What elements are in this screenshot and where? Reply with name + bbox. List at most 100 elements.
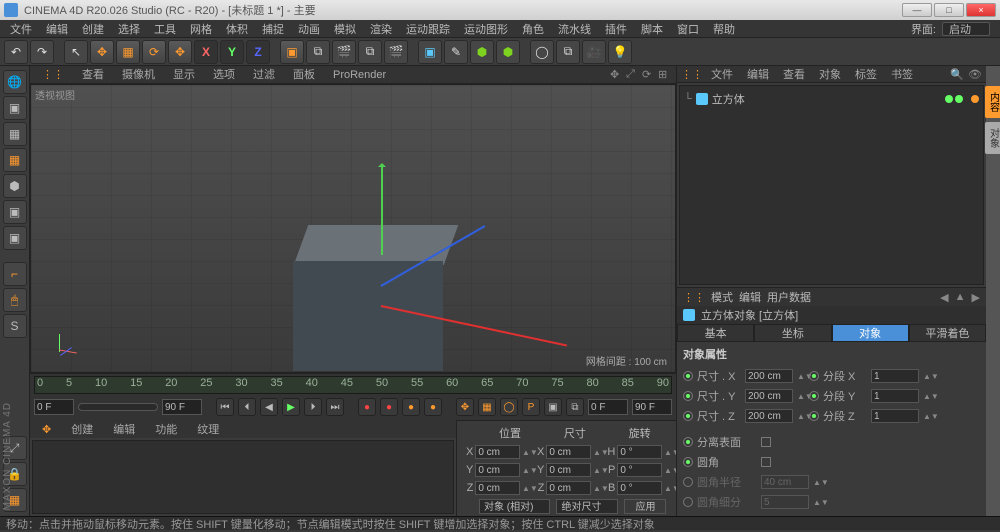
axis-mode-button[interactable]: ⌐: [3, 262, 27, 286]
coord-rot-P[interactable]: 0 °: [617, 463, 662, 477]
array-button[interactable]: ⬢: [496, 40, 520, 64]
grip-icon[interactable]: ✥: [34, 423, 59, 436]
attr-checkbox[interactable]: [761, 457, 771, 467]
texture-mode-button[interactable]: ▦: [3, 122, 27, 146]
live-select-button[interactable]: ↖: [64, 40, 88, 64]
om-view-tab[interactable]: 查看: [777, 66, 811, 82]
menu-tools[interactable]: 工具: [148, 21, 182, 37]
attr-checkbox[interactable]: [761, 437, 771, 447]
viewport-view[interactable]: 查看: [74, 67, 112, 83]
menu-mograph[interactable]: 运动图形: [458, 21, 514, 37]
attr-edit-menu[interactable]: 编辑: [739, 289, 761, 305]
viewport-options[interactable]: 选项: [205, 67, 243, 83]
grip-icon[interactable]: ⋮⋮: [683, 291, 705, 304]
attr-radio[interactable]: [809, 411, 819, 421]
subdivision-button[interactable]: ⬢: [470, 40, 494, 64]
rot-key-button[interactable]: ◯: [500, 398, 518, 416]
prev-key-button[interactable]: ⏴: [238, 398, 256, 416]
attr-tab-phong[interactable]: 平滑着色(Phong): [909, 324, 986, 342]
layout-icon[interactable]: ⊞: [658, 68, 672, 82]
menu-select[interactable]: 选择: [112, 21, 146, 37]
om-tags-tab[interactable]: 标签: [849, 66, 883, 82]
menu-volume[interactable]: 体积: [220, 21, 254, 37]
minimize-button[interactable]: —: [902, 3, 932, 17]
make-editable-button[interactable]: 🌐: [3, 70, 27, 94]
render-region-button[interactable]: ⧉: [306, 40, 330, 64]
coord-apply-button[interactable]: 应用: [624, 499, 666, 514]
timeline-slider[interactable]: [78, 403, 158, 411]
pos-key-button[interactable]: ✥: [456, 398, 474, 416]
mat-function-tab[interactable]: 功能: [147, 421, 185, 437]
coord-pos-Z[interactable]: 0 cm: [475, 481, 520, 495]
viewport-panel[interactable]: 面板: [285, 67, 323, 83]
attr-radio[interactable]: [683, 411, 693, 421]
z-axis-button[interactable]: Z: [246, 40, 270, 64]
mat-edit-tab[interactable]: 编辑: [105, 421, 143, 437]
environment-button[interactable]: ⧉: [556, 40, 580, 64]
menu-animate[interactable]: 动画: [292, 21, 326, 37]
menu-pipeline[interactable]: 流水线: [552, 21, 597, 37]
viewport-prorender[interactable]: ProRender: [325, 67, 394, 83]
dock-tab-objects[interactable]: 对象: [985, 122, 1000, 154]
menu-edit[interactable]: 编辑: [40, 21, 74, 37]
total-frames-input[interactable]: [632, 399, 672, 415]
current-frame-input[interactable]: [588, 399, 628, 415]
rotate-button[interactable]: ⟳: [142, 40, 166, 64]
attr-radio[interactable]: [683, 477, 693, 487]
object-tree[interactable]: └ 立方体: [679, 85, 984, 285]
tweak-mode-button[interactable]: 🖱: [3, 288, 27, 312]
coord-size-X[interactable]: 0 cm: [546, 445, 591, 459]
tree-node-cube[interactable]: └ 立方体: [684, 90, 979, 108]
attr-tab-basic[interactable]: 基本: [677, 324, 754, 342]
attr-nav-up[interactable]: ▲: [955, 291, 966, 303]
coord-size-Y[interactable]: 0 cm: [546, 463, 591, 477]
scale-key-button[interactable]: ▦: [478, 398, 496, 416]
light-button[interactable]: 💡: [608, 40, 632, 64]
material-manager[interactable]: [32, 440, 454, 514]
attr-mode-menu[interactable]: 模式: [711, 289, 733, 305]
pla-key-button[interactable]: ▣: [544, 398, 562, 416]
viewport-filter[interactable]: 过滤: [245, 67, 283, 83]
timeline-end-input[interactable]: [162, 399, 202, 415]
visibility-render-icon[interactable]: [955, 95, 963, 103]
layout-dropdown[interactable]: 启动: [942, 22, 990, 36]
attr-radio[interactable]: [683, 371, 693, 381]
maximize-button[interactable]: □: [934, 3, 964, 17]
coord-pos-Y[interactable]: 0 cm: [475, 463, 520, 477]
y-axis-button[interactable]: Y: [220, 40, 244, 64]
mat-create-tab[interactable]: 创建: [63, 421, 101, 437]
viewport-display[interactable]: 显示: [165, 67, 203, 83]
camera-button[interactable]: 🎥: [582, 40, 606, 64]
om-edit-tab[interactable]: 编辑: [741, 66, 775, 82]
edge-mode-button[interactable]: ▣: [3, 226, 27, 250]
eye-icon[interactable]: 👁: [968, 68, 982, 81]
next-key-button[interactable]: ⏵: [304, 398, 322, 416]
move-button[interactable]: ✥: [90, 40, 114, 64]
om-bookmarks-tab[interactable]: 书签: [885, 66, 919, 82]
attr-radio[interactable]: [683, 457, 693, 467]
attr-radio[interactable]: [683, 391, 693, 401]
play-button[interactable]: ▶: [282, 398, 300, 416]
cube-object[interactable]: [301, 225, 451, 365]
play-back-button[interactable]: ◀: [260, 398, 278, 416]
visibility-editor-icon[interactable]: [945, 95, 953, 103]
render-settings-button[interactable]: 🎬: [332, 40, 356, 64]
coord-pos-X[interactable]: 0 cm: [475, 445, 520, 459]
last-tool-button[interactable]: ✥: [168, 40, 192, 64]
param-key-button[interactable]: P: [522, 398, 540, 416]
attr-tab-object[interactable]: 对象: [832, 324, 909, 342]
viewport-cameras[interactable]: 摄像机: [114, 67, 163, 83]
search-icon[interactable]: 🔍: [950, 68, 964, 81]
menu-snap[interactable]: 捕捉: [256, 21, 290, 37]
om-objects-tab[interactable]: 对象: [813, 66, 847, 82]
attr-input[interactable]: 200 cm: [745, 369, 793, 383]
menu-window[interactable]: 窗口: [671, 21, 705, 37]
coord-mode-dropdown[interactable]: 对象 (相对): [479, 499, 550, 514]
close-button[interactable]: ×: [966, 3, 996, 17]
coord-rot-B[interactable]: 0 °: [617, 481, 662, 495]
attr-nav-back[interactable]: ◀: [940, 291, 948, 304]
attr-radio[interactable]: [809, 391, 819, 401]
attr-input[interactable]: 1: [871, 389, 919, 403]
attr-input[interactable]: 200 cm: [745, 409, 793, 423]
cube-primitive-button[interactable]: ▣: [418, 40, 442, 64]
